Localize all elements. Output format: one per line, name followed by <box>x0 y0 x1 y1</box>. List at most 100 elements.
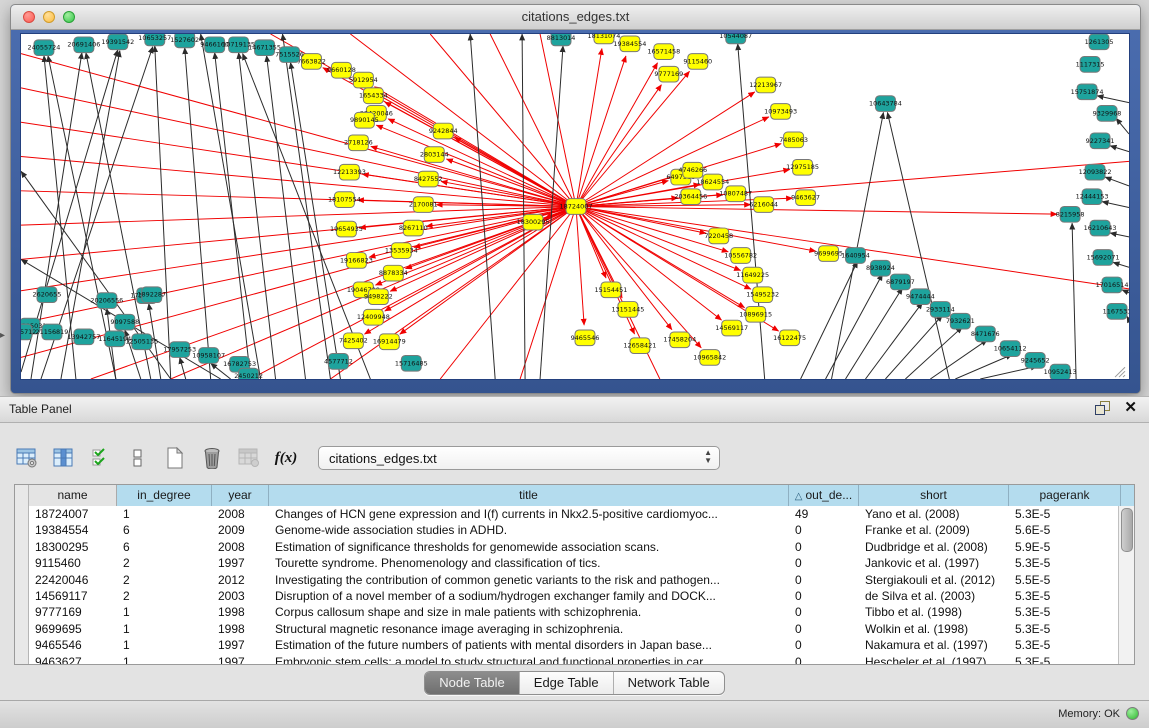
graph-node[interactable]: 4577712 <box>324 354 353 370</box>
cell[interactable]: 5.5E-5 <box>1009 572 1121 588</box>
cell[interactable]: 1997 <box>212 555 269 571</box>
table-row[interactable]: 1938455462009Genome-wide association stu… <box>15 522 1134 538</box>
cell[interactable]: 9777169 <box>29 604 117 620</box>
graph-node[interactable]: 13151445 <box>611 302 644 318</box>
cell[interactable]: 5.9E-5 <box>1009 539 1121 555</box>
memory-status-indicator[interactable] <box>1126 707 1139 720</box>
graph-node[interactable]: 10544087 <box>719 34 752 44</box>
graph-node[interactable]: 1117315 <box>1076 57 1105 73</box>
cell[interactable]: 19384554 <box>29 522 117 538</box>
graph-node[interactable]: 8215958 <box>1056 207 1085 223</box>
cell[interactable]: 0 <box>789 621 859 637</box>
select-all-icon[interactable] <box>88 445 114 471</box>
graph-node[interactable]: 10952413 <box>1044 364 1077 379</box>
cell[interactable]: 6 <box>117 539 212 555</box>
graph-node[interactable]: 8267110 <box>399 220 428 236</box>
function-builder-icon[interactable]: f(x) <box>273 445 299 471</box>
tab-network-table[interactable]: Network Table <box>614 672 724 694</box>
cell[interactable]: Disruption of a novel member of a sodium… <box>269 588 789 604</box>
cell[interactable]: 18724007 <box>29 506 117 522</box>
graph-node[interactable]: 12658421 <box>623 338 656 354</box>
graph-node[interactable]: 12213967 <box>749 77 782 93</box>
graph-node[interactable]: 8878334 <box>379 265 408 281</box>
graph-node[interactable]: 2933114 <box>926 302 955 318</box>
cell[interactable]: 5.6E-5 <box>1009 522 1121 538</box>
cell[interactable]: 0 <box>789 588 859 604</box>
graph-node[interactable]: 17458204 <box>663 332 696 348</box>
cell[interactable]: de Silva et al. (2003) <box>859 588 1009 604</box>
cell[interactable]: 6 <box>117 522 212 538</box>
graph-node[interactable]: 1261305 <box>1085 34 1114 50</box>
cell[interactable]: 0 <box>789 539 859 555</box>
graph-node[interactable]: 15751874 <box>1071 84 1104 100</box>
cell[interactable]: 1 <box>117 621 212 637</box>
panel-collapse-handle[interactable]: ▸ <box>0 330 5 341</box>
graph-node[interactable]: 9227341 <box>1086 133 1115 149</box>
graph-node[interactable]: 1892287 <box>137 287 166 303</box>
graph-node[interactable]: 19391542 <box>101 34 134 50</box>
graph-node[interactable]: 9115460 <box>683 54 712 70</box>
graph-node[interactable]: 1167533 <box>1103 304 1129 320</box>
cell[interactable]: 2 <box>117 572 212 588</box>
graph-node[interactable]: 2718126 <box>344 135 373 151</box>
graph-node[interactable]: 8938924 <box>866 260 895 276</box>
table-row[interactable]: 977716911998Corpus callosum shape and si… <box>15 604 1134 620</box>
cell[interactable]: Franke et al. (2009) <box>859 522 1009 538</box>
graph-node[interactable]: 6216044 <box>749 197 778 213</box>
graph-node[interactable]: 9242844 <box>429 123 458 139</box>
cell[interactable]: 5.3E-5 <box>1009 637 1121 653</box>
cell[interactable]: 1 <box>117 654 212 665</box>
cell[interactable]: 1998 <box>212 621 269 637</box>
cell[interactable]: Tourette syndrome. Phenomenology and cla… <box>269 555 789 571</box>
graph-node[interactable]: 1527602 <box>170 34 199 48</box>
cell[interactable]: 49 <box>789 506 859 522</box>
graph-node[interactable]: 2170081 <box>409 197 438 213</box>
cell[interactable]: Dudbridge et al. (2008) <box>859 539 1009 555</box>
graph-node[interactable]: 7932621 <box>946 313 975 329</box>
cell[interactable]: Tibbo et al. (1998) <box>859 604 1009 620</box>
cell[interactable]: 2 <box>117 588 212 604</box>
cell[interactable]: Estimation of the future numbers of pati… <box>269 637 789 653</box>
graph-node[interactable]: 14569117 <box>715 320 748 336</box>
graph-node[interactable]: 15716485 <box>395 355 428 371</box>
table-selector-dropdown[interactable]: citations_edges.txt ▲▼ <box>318 446 720 470</box>
cell[interactable]: 0 <box>789 522 859 538</box>
graph-node[interactable]: 12975185 <box>786 159 819 175</box>
graph-node[interactable]: 12213393 <box>333 164 366 180</box>
cell[interactable]: 1997 <box>212 654 269 665</box>
column-header-pagerank[interactable]: pagerank <box>1009 485 1121 506</box>
graph-node[interactable]: 9699695 <box>814 246 843 262</box>
cell[interactable]: Wolkin et al. (1998) <box>859 621 1009 637</box>
graph-node[interactable]: 9890145 <box>350 112 379 128</box>
cell[interactable]: 9465546 <box>29 637 117 653</box>
graph-node[interactable]: 15154451 <box>594 282 627 298</box>
graph-node[interactable]: 16914479 <box>373 334 406 350</box>
cell[interactable]: 9115460 <box>29 555 117 571</box>
cell[interactable]: 0 <box>789 604 859 620</box>
graph-node[interactable]: 8427552 <box>414 171 443 187</box>
cell[interactable]: 5.3E-5 <box>1009 604 1121 620</box>
graph-node[interactable]: 7485063 <box>779 132 808 148</box>
graph-node[interactable]: 9329968 <box>1093 106 1122 122</box>
cell[interactable]: 0 <box>789 654 859 665</box>
table-row[interactable]: 2242004622012Investigating the contribut… <box>15 572 1134 588</box>
cell[interactable]: 1998 <box>212 604 269 620</box>
graph-node[interactable]: 8471676 <box>971 326 1000 342</box>
cell[interactable]: Corpus callosum shape and size in male p… <box>269 604 789 620</box>
row-height-icon[interactable] <box>125 445 151 471</box>
cell[interactable]: 5.3E-5 <box>1009 654 1121 665</box>
column-header-year[interactable]: year <box>212 485 269 506</box>
new-table-icon[interactable] <box>162 445 188 471</box>
graph-node[interactable]: 16571458 <box>647 44 680 60</box>
cell[interactable]: Embryonic stem cells: a model to study s… <box>269 654 789 665</box>
close-panel-icon[interactable]: ✕ <box>1124 401 1137 415</box>
cell[interactable]: 9699695 <box>29 621 117 637</box>
graph-node[interactable]: 12409948 <box>357 309 390 325</box>
graph-node[interactable]: 9498222 <box>364 289 393 305</box>
column-header-in_degree[interactable]: in_degree <box>117 485 212 506</box>
column-header-out_de[interactable]: △out_de... <box>789 485 859 506</box>
table-row[interactable]: 1830029562008Estimation of significance … <box>15 539 1134 555</box>
graph-node[interactable]: 9777169 <box>654 66 683 82</box>
table-scrollbar[interactable] <box>1118 506 1134 664</box>
graph-node[interactable]: 7220458 <box>704 228 733 244</box>
